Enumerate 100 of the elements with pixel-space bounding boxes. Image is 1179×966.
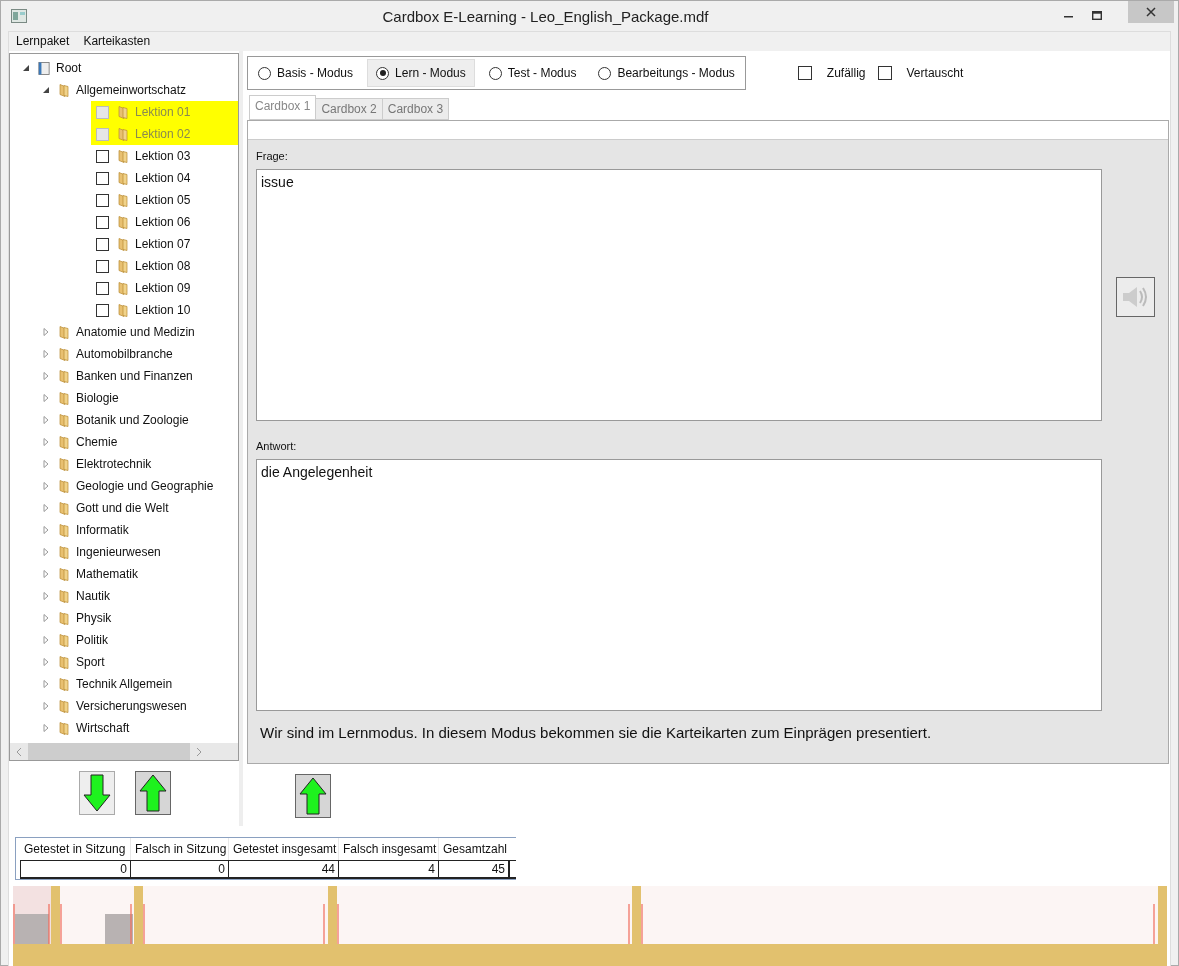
collapsed-triangle-icon[interactable] xyxy=(42,416,50,424)
tree-item[interactable]: Botanik und Zoologie xyxy=(76,413,189,427)
cardbox-tab[interactable]: Cardbox 3 xyxy=(381,98,450,120)
column-header: Getestet in Sitzung xyxy=(23,841,127,858)
tree-item[interactable]: Allgemeinwortschatz xyxy=(76,83,187,97)
tree-item[interactable]: Banken und Finanzen xyxy=(76,369,193,383)
option-checkbox[interactable]: Vertauscht xyxy=(877,66,964,80)
folder-icon xyxy=(58,544,70,560)
collapsed-triangle-icon[interactable] xyxy=(42,438,50,446)
folder-icon xyxy=(58,324,70,340)
question-field[interactable]: issue xyxy=(256,169,1102,421)
maximize-icon[interactable] xyxy=(1092,11,1102,21)
speaker-icon xyxy=(1120,284,1150,310)
expanded-triangle-icon[interactable] xyxy=(42,86,50,94)
collapsed-triangle-icon[interactable] xyxy=(42,328,50,336)
folder-icon xyxy=(117,170,129,186)
checkbox[interactable] xyxy=(96,237,109,251)
expanded-triangle-icon[interactable] xyxy=(22,64,30,72)
folder-icon xyxy=(58,390,70,406)
mode-radio[interactable]: Test - Modus xyxy=(480,59,585,87)
checkbox[interactable] xyxy=(96,215,109,229)
collapsed-triangle-icon[interactable] xyxy=(42,592,50,600)
folder-icon xyxy=(58,500,70,516)
tree-item[interactable]: Politik xyxy=(76,633,108,647)
tree-item[interactable]: Lektion 04 xyxy=(91,167,238,189)
horizontal-scrollbar[interactable] xyxy=(10,743,238,760)
window-title: Cardbox E-Learning - Leo_English_Package.mdf xyxy=(381,7,710,25)
collapsed-triangle-icon[interactable] xyxy=(42,724,50,732)
collapsed-triangle-icon[interactable] xyxy=(42,614,50,622)
checkbox[interactable] xyxy=(96,281,109,295)
collapsed-triangle-icon[interactable] xyxy=(42,548,50,556)
tree-item[interactable]: Gott und die Welt xyxy=(76,501,169,515)
tree-item[interactable]: Automobilbranche xyxy=(76,347,173,361)
folder-icon xyxy=(58,522,70,538)
checkbox[interactable] xyxy=(96,171,109,185)
tree-item[interactable]: Nautik xyxy=(76,589,110,603)
collapsed-triangle-icon[interactable] xyxy=(42,636,50,644)
menu-item[interactable]: Karteikasten xyxy=(83,34,151,49)
tree-item[interactable]: Lektion 06 xyxy=(91,211,238,233)
collapsed-triangle-icon[interactable] xyxy=(42,658,50,666)
folder-icon xyxy=(117,280,129,296)
tree-item[interactable]: Wirtschaft xyxy=(76,721,130,735)
speaker-button[interactable] xyxy=(1115,277,1155,317)
tree-item[interactable]: Lektion 08 xyxy=(91,255,238,277)
collapsed-triangle-icon[interactable] xyxy=(42,680,50,688)
tree-item[interactable]: Chemie xyxy=(76,435,118,449)
close-button[interactable] xyxy=(1128,1,1174,23)
tree-item[interactable]: Technik Allgemein xyxy=(76,677,173,691)
answer-field[interactable]: die Angelegenheit xyxy=(256,459,1102,711)
move-down-button[interactable] xyxy=(79,771,115,815)
tree-item[interactable]: Informatik xyxy=(76,523,129,537)
tree-item[interactable]: Ingenieurwesen xyxy=(76,545,161,559)
tree-item[interactable]: Versicherungswesen xyxy=(76,699,187,713)
folder-icon xyxy=(58,654,70,670)
tree-item[interactable]: Lektion 03 xyxy=(91,145,238,167)
column-header: Gesamtzahl xyxy=(438,838,510,860)
collapsed-triangle-icon[interactable] xyxy=(42,394,50,402)
collapsed-triangle-icon[interactable] xyxy=(42,350,50,358)
tree-item[interactable]: Geologie und Geographie xyxy=(76,479,214,493)
tree-item[interactable]: Root xyxy=(56,61,82,75)
collapsed-triangle-icon[interactable] xyxy=(42,526,50,534)
collapsed-triangle-icon[interactable] xyxy=(42,504,50,512)
tree-item[interactable]: Elektrotechnik xyxy=(76,457,152,471)
menu-item[interactable]: Lernpaket xyxy=(16,34,70,49)
cardbox-tab[interactable]: Cardbox 2 xyxy=(315,98,383,120)
move-up-button[interactable] xyxy=(295,774,331,818)
checkbox[interactable] xyxy=(96,149,109,163)
cardbox-tab[interactable]: Cardbox 1 xyxy=(249,95,317,120)
collapsed-triangle-icon[interactable] xyxy=(42,702,50,710)
tree-item[interactable]: Mathematik xyxy=(76,567,139,581)
collapsed-triangle-icon[interactable] xyxy=(42,372,50,380)
mode-radio[interactable]: Basis - Modus xyxy=(250,59,362,87)
scroll-right-icon[interactable] xyxy=(196,747,202,756)
folder-icon xyxy=(58,588,70,604)
answer-label: Antwort: xyxy=(256,440,298,452)
folder-icon xyxy=(58,368,70,384)
tree-item[interactable]: Lektion 02 xyxy=(91,123,238,145)
checkbox[interactable] xyxy=(96,259,109,273)
option-checkbox[interactable]: Zufällig xyxy=(797,66,866,80)
tree-item[interactable]: Lektion 10 xyxy=(91,299,238,321)
collapsed-triangle-icon[interactable] xyxy=(42,482,50,490)
mode-radio[interactable]: Lern - Modus xyxy=(367,59,475,87)
tree-item[interactable]: Lektion 05 xyxy=(91,189,238,211)
mode-radio[interactable]: Bearbeitungs - Modus xyxy=(590,59,743,87)
folder-icon xyxy=(58,456,70,472)
tree-item[interactable]: Lektion 09 xyxy=(91,277,238,299)
tree-item[interactable]: Physik xyxy=(76,611,112,625)
checkbox[interactable] xyxy=(96,127,109,141)
collapsed-triangle-icon[interactable] xyxy=(42,460,50,468)
move-up-button[interactable] xyxy=(135,771,171,815)
collapsed-triangle-icon[interactable] xyxy=(42,570,50,578)
tree-item[interactable]: Lektion 07 xyxy=(91,233,238,255)
tree-item[interactable]: Biologie xyxy=(76,391,119,405)
tree-item[interactable]: Sport xyxy=(76,655,105,669)
checkbox[interactable] xyxy=(96,193,109,207)
checkbox[interactable] xyxy=(96,105,109,119)
checkbox[interactable] xyxy=(96,303,109,317)
scroll-left-icon[interactable] xyxy=(16,747,22,756)
tree-item[interactable]: Lektion 01 xyxy=(91,101,238,123)
tree-item[interactable]: Anatomie und Medizin xyxy=(76,325,195,339)
